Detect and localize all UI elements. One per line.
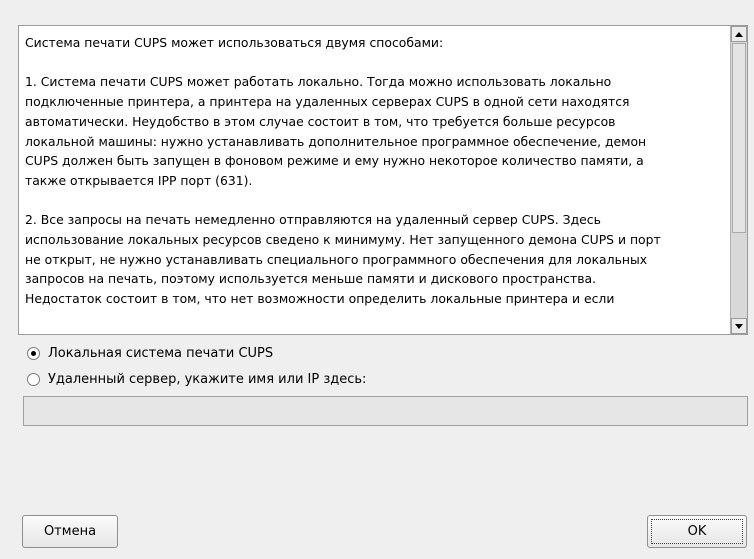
arrow-down-icon	[735, 323, 743, 329]
radio-selected-dot	[31, 351, 36, 356]
remote-server-label: Удаленный сервер, укажите имя или IP зде…	[48, 372, 367, 387]
info-paragraph: 2. Все запросы на печать немедленно отпр…	[25, 212, 661, 307]
scroll-thumb[interactable]	[732, 43, 746, 233]
vertical-scrollbar[interactable]	[730, 26, 747, 334]
scroll-down-button[interactable]	[731, 318, 747, 334]
info-text: Система печати CUPS может использоваться…	[19, 26, 730, 334]
local-cups-label: Локальная система печати CUPS	[48, 346, 274, 361]
cancel-button[interactable]: Отмена	[22, 515, 118, 548]
server-address-input[interactable]	[23, 396, 748, 426]
focus-ring	[651, 519, 743, 544]
cancel-button-label: Отмена	[43, 524, 97, 539]
info-paragraph: 1. Система печати CUPS может работать ло…	[25, 74, 647, 188]
info-paragraph: Система печати CUPS может использоваться…	[25, 35, 444, 50]
radio-local-cups[interactable]	[27, 347, 40, 360]
radio-remote-server[interactable]	[27, 373, 40, 386]
remote-server-option[interactable]: Удаленный сервер, укажите имя или IP зде…	[27, 372, 366, 387]
scroll-up-button[interactable]	[731, 26, 747, 42]
local-cups-option[interactable]: Локальная система печати CUPS	[27, 346, 273, 361]
arrow-up-icon	[735, 31, 743, 37]
info-text-area[interactable]: Система печати CUPS может использоваться…	[18, 25, 748, 335]
ok-button[interactable]: OK	[647, 515, 747, 548]
